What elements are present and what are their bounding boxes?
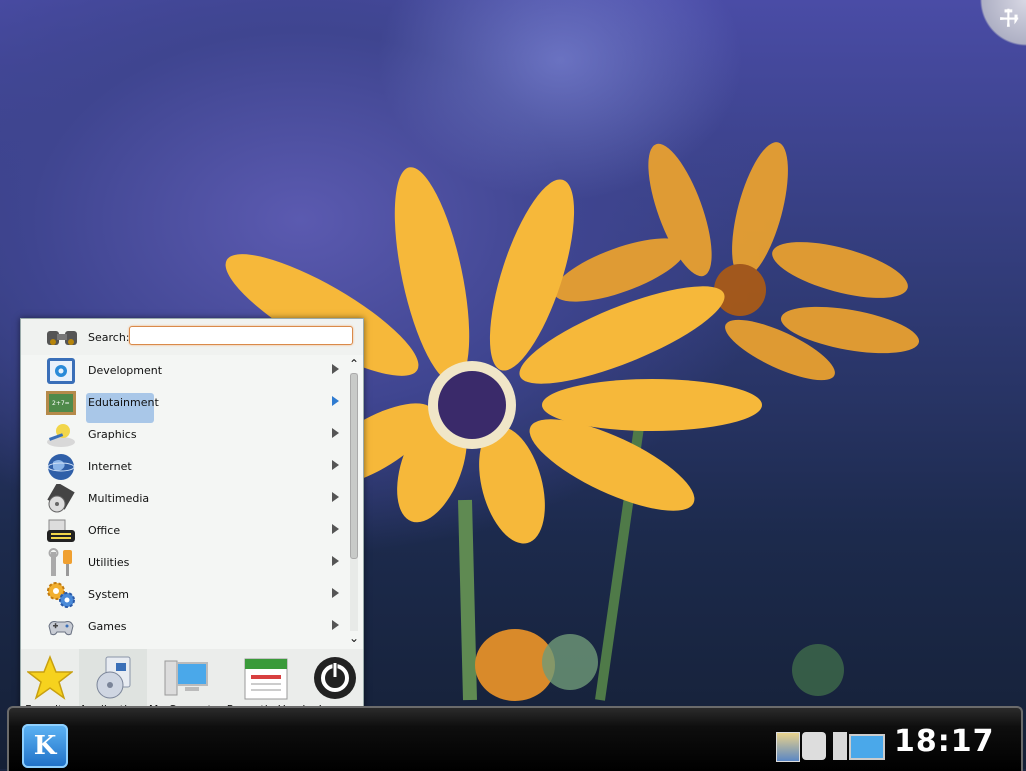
category-label: Internet: [88, 460, 132, 473]
development-icon: [47, 358, 75, 384]
category-office[interactable]: Office: [21, 515, 343, 547]
tray-notes-icon[interactable]: [776, 732, 800, 762]
category-label: Multimedia: [88, 492, 150, 505]
submenu-arrow-icon: [332, 492, 339, 502]
category-internet[interactable]: Internet: [21, 451, 343, 483]
tray-clipboard-icon[interactable]: [802, 732, 826, 760]
category-label: System: [88, 588, 130, 601]
scroll-down-button[interactable]: ⌄: [346, 631, 362, 645]
category-system[interactable]: System: [21, 579, 343, 611]
search-row: Search:: [21, 319, 363, 355]
power-icon: [314, 657, 356, 699]
category-multimedia[interactable]: Multimedia: [21, 483, 343, 515]
submenu-arrow-icon: [332, 396, 339, 406]
category-label: Utilities: [88, 556, 130, 569]
calendar-icon: [244, 658, 288, 700]
scroll-thumb[interactable]: [350, 373, 358, 559]
gamepad-icon: [48, 621, 74, 636]
submenu-arrow-icon: [332, 364, 339, 374]
category-label: Games: [88, 620, 127, 633]
category-scrollbar[interactable]: ⌃ ⌄: [346, 355, 362, 649]
system-icon: [47, 582, 75, 608]
applications-icon: [96, 656, 131, 699]
computer-icon: [164, 660, 208, 696]
monitor-icon: [849, 734, 885, 760]
utilities-icon: [48, 548, 72, 576]
submenu-arrow-icon: [332, 556, 339, 566]
category-utilities[interactable]: Utilities: [21, 547, 343, 579]
category-label: Office: [88, 524, 121, 537]
category-development[interactable]: Development: [21, 355, 343, 387]
category-graphics[interactable]: Graphics: [21, 419, 343, 451]
wrench-icon: ⚒: [992, 2, 1024, 35]
panel-clock[interactable]: 18:17: [894, 724, 995, 759]
search-label: Search:: [88, 331, 130, 344]
submenu-arrow-icon: [332, 428, 339, 438]
scroll-up-button[interactable]: ⌃: [346, 357, 362, 371]
application-launcher: Search: Development 2+7= Edutainment Gra…: [20, 318, 364, 722]
category-label: Graphics: [88, 428, 137, 441]
graphics-icon: [47, 424, 75, 447]
submenu-arrow-icon: [332, 588, 339, 598]
tower-icon: [833, 732, 847, 760]
submenu-arrow-icon: [332, 620, 339, 630]
category-edutainment[interactable]: 2+7= Edutainment: [21, 387, 343, 423]
submenu-arrow-icon: [332, 524, 339, 534]
toolbox-button[interactable]: ⚒: [974, 0, 1026, 50]
star-icon: [27, 655, 73, 700]
category-games[interactable]: Games: [21, 611, 343, 643]
kde-logo-icon: K: [33, 731, 57, 761]
office-icon: [47, 519, 75, 542]
svg-text:2+7=: 2+7=: [52, 400, 70, 407]
multimedia-icon: [47, 484, 75, 513]
search-input[interactable]: [129, 326, 353, 345]
edutainment-icon: 2+7=: [46, 391, 76, 415]
category-list: Development 2+7= Edutainment Graphics In…: [21, 355, 343, 649]
binoculars-icon: [47, 331, 77, 345]
category-label: Edutainment: [88, 396, 159, 409]
category-label: Development: [88, 364, 163, 377]
internet-icon: [47, 454, 75, 480]
tray-computer-icon[interactable]: [833, 732, 885, 760]
submenu-arrow-icon: [332, 460, 339, 470]
application-launcher-button[interactable]: K: [22, 724, 68, 768]
